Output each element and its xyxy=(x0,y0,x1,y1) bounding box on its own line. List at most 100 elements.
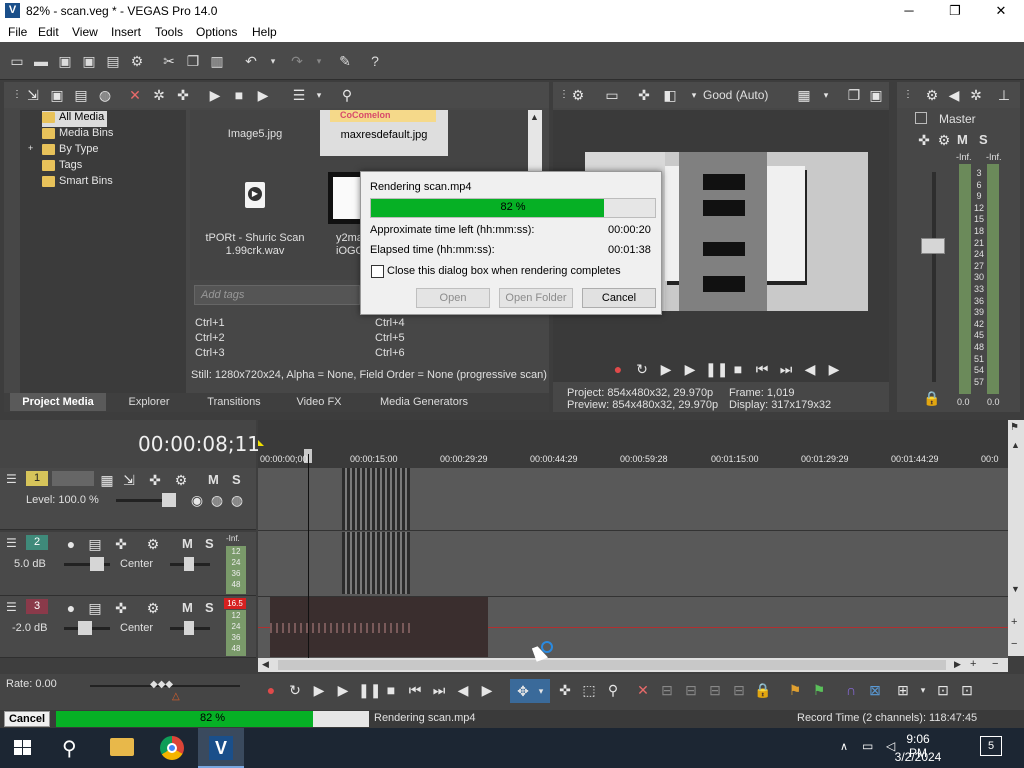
previous-frame-icon[interactable]: ◀ xyxy=(801,361,819,377)
preview-settings-icon[interactable]: ⚙ xyxy=(569,87,587,103)
tab-media-generators[interactable]: Media Generators xyxy=(364,393,484,411)
volume-slider-handle[interactable] xyxy=(90,557,104,571)
delete-icon[interactable]: ✕ xyxy=(634,682,652,698)
track-motion-icon[interactable]: ✜ xyxy=(146,472,164,488)
file-explorer-icon[interactable] xyxy=(110,738,134,756)
mixer-settings-icon[interactable]: ⚙ xyxy=(923,87,941,103)
collapse-track-icon[interactable]: ☰ xyxy=(6,536,17,550)
auto-preview-icon[interactable]: ▶ xyxy=(254,87,272,103)
menu-view[interactable]: View xyxy=(72,25,98,39)
cut-icon[interactable]: ✂ xyxy=(160,52,178,70)
tab-transitions[interactable]: Transitions xyxy=(194,393,274,411)
timeline-hscrollbar[interactable]: ◀ ▶ + − xyxy=(258,658,1008,672)
audio-event-clip-track3[interactable] xyxy=(270,597,488,657)
redo-icon[interactable]: ↷ xyxy=(288,52,306,70)
video-event-clip[interactable] xyxy=(342,468,410,530)
hzoom-in-icon[interactable]: + xyxy=(970,658,976,670)
lock-icon[interactable]: 🔒 xyxy=(923,390,941,406)
track-2-mute-button[interactable]: M xyxy=(182,536,193,551)
paste-icon[interactable]: ▥ xyxy=(208,52,226,70)
track-3-solo-button[interactable]: S xyxy=(205,600,214,615)
media-fx-icon[interactable]: ✲ xyxy=(150,87,168,103)
rate-slider-handle[interactable]: ◆◆◆ xyxy=(150,679,173,690)
timecode-display[interactable]: 00:00:08;11 xyxy=(138,432,260,456)
snapping-icon[interactable]: ∩ xyxy=(842,682,860,698)
loop-playback-icon[interactable]: ↻ xyxy=(633,361,651,377)
shortcut-ctrl1[interactable]: Ctrl+1 xyxy=(195,316,225,331)
stop-icon[interactable]: ■ xyxy=(382,682,400,698)
track-automation-icon[interactable]: ◍ xyxy=(208,492,226,508)
shortcut-ctrl2[interactable]: Ctrl+2 xyxy=(195,331,225,346)
open-button[interactable]: Open xyxy=(416,288,490,308)
go-to-end-icon[interactable]: ⏭ xyxy=(777,361,795,377)
fx-bypass-icon[interactable]: ◉ xyxy=(188,492,206,508)
scroll-up-icon[interactable]: ▲ xyxy=(1011,440,1020,450)
copy-icon[interactable]: ❐ xyxy=(184,52,202,70)
zoom-tool-icon[interactable]: ⚲ xyxy=(604,682,622,698)
vegas-taskbar-button[interactable]: V xyxy=(198,728,244,768)
shortcut-ctrl4[interactable]: Ctrl+4 xyxy=(375,316,405,331)
track-fx-icon[interactable]: ⚙ xyxy=(144,536,162,552)
chrome-icon[interactable] xyxy=(160,736,184,760)
loop-marker-icon[interactable] xyxy=(258,440,264,446)
quality-dropdown-icon[interactable]: ▾ xyxy=(685,87,703,103)
pan-slider-handle[interactable] xyxy=(184,621,194,635)
scroll-right-icon[interactable]: ▶ xyxy=(954,659,961,670)
track-3-peak-clip[interactable]: 16.5 xyxy=(224,598,246,609)
lock-icon[interactable]: ⊡ xyxy=(934,682,952,698)
menu-edit[interactable]: Edit xyxy=(38,25,59,39)
scroll-up-icon[interactable]: ▲ xyxy=(530,112,539,122)
envelope-tool-icon[interactable]: ✜ xyxy=(556,682,574,698)
stop-icon[interactable]: ■ xyxy=(729,361,747,377)
go-to-start-icon[interactable]: ⏮ xyxy=(753,361,771,377)
play-icon[interactable]: ▶ xyxy=(334,682,352,698)
insert-bus-icon[interactable]: ◀ xyxy=(945,87,963,103)
play-from-start-icon[interactable]: ▶ xyxy=(310,682,328,698)
minimize-button[interactable]: ─ xyxy=(886,0,932,22)
split-icon[interactable]: ⊟ xyxy=(730,682,748,698)
master-mute-button[interactable]: M xyxy=(957,132,968,147)
master-fx-icon[interactable]: ⚙ xyxy=(935,132,953,148)
external-monitor-icon[interactable]: ▭ xyxy=(603,87,621,103)
track-automation-icon[interactable]: ✜ xyxy=(112,536,130,552)
split-screen-icon[interactable]: ✜ xyxy=(635,87,653,103)
pause-icon[interactable]: ❚❚ xyxy=(705,361,728,377)
globe-icon[interactable]: ◍ xyxy=(96,87,114,103)
track-header-1[interactable]: ☰ 1 ▦ ⇲ ✜ ⚙ M S Level: 100.0 % ◉ ◍ ◍ xyxy=(0,468,256,530)
play-from-start-icon[interactable]: ▶ xyxy=(657,361,675,377)
downmix-icon[interactable]: ✲ xyxy=(967,87,985,103)
render-icon[interactable]: ▤ xyxy=(104,52,122,70)
track-name-field[interactable] xyxy=(52,471,94,486)
audio-event-clip[interactable] xyxy=(342,532,410,594)
import-media-icon[interactable]: ⇲ xyxy=(24,87,42,103)
menu-options[interactable]: Options xyxy=(196,25,237,39)
loop-playback-icon[interactable]: ↻ xyxy=(286,682,304,698)
redo-dropdown-icon[interactable]: ▾ xyxy=(310,52,328,70)
tree-item-by-type[interactable]: By Type xyxy=(42,143,99,159)
record-icon[interactable]: ● xyxy=(262,682,280,698)
grid-dropdown-icon[interactable]: ▾ xyxy=(817,87,835,103)
zoom-out-icon[interactable]: − xyxy=(1011,638,1017,650)
open-icon[interactable]: ▬ xyxy=(32,52,50,70)
next-frame-icon[interactable]: ▶ xyxy=(825,361,843,377)
arm-record-icon[interactable]: ● xyxy=(62,600,80,616)
pan-slider-handle[interactable] xyxy=(184,557,194,571)
invert-phase-icon[interactable]: ▤ xyxy=(86,600,104,616)
menu-insert[interactable]: Insert xyxy=(111,25,141,39)
stop-icon[interactable]: ■ xyxy=(230,87,248,103)
insert-region-icon[interactable]: ⚑ xyxy=(810,682,828,698)
copy-snapshot-icon[interactable]: ❐ xyxy=(845,87,863,103)
expand-toggle-icon[interactable]: + xyxy=(28,143,33,159)
search-icon[interactable]: ⚲ xyxy=(62,736,77,761)
master-pan-icon[interactable]: ✜ xyxy=(915,132,933,148)
go-to-start-icon[interactable]: ⏮ xyxy=(406,682,424,698)
play-icon[interactable]: ▶ xyxy=(681,361,699,377)
undo-icon[interactable]: ↶ xyxy=(242,52,260,70)
track-1-mute-button[interactable]: M xyxy=(208,472,219,487)
selection-tool-icon[interactable]: ⬚ xyxy=(580,682,598,698)
close-button[interactable]: ✕ xyxy=(978,0,1024,22)
ignore-grouping-icon[interactable]: ⊡ xyxy=(958,682,976,698)
shortcut-ctrl3[interactable]: Ctrl+3 xyxy=(195,346,225,361)
capture-icon[interactable]: ▣ xyxy=(48,87,66,103)
volume-slider-handle[interactable] xyxy=(78,621,92,635)
